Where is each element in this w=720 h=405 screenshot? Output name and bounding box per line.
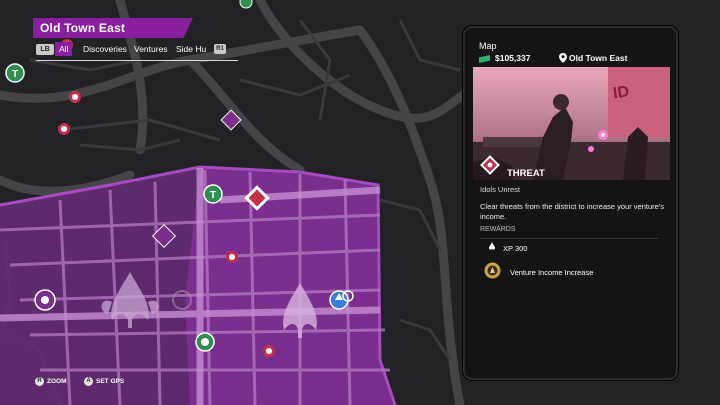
set-gps-label: SET GPS: [96, 378, 125, 385]
tab-side-hustles[interactable]: Side Hu: [176, 42, 206, 56]
rewards-divider: [480, 238, 658, 239]
rb-button-icon[interactable]: R1: [214, 44, 226, 54]
panel-location: Old Town East: [569, 53, 628, 63]
activity-preview-image: ID: [473, 67, 670, 180]
activity-type: THREAT: [507, 168, 545, 179]
reward-xp: XP 300: [503, 244, 528, 253]
activity-name: Idols Unrest: [480, 185, 521, 194]
zoom-button-icon[interactable]: R: [35, 377, 44, 386]
venture-income-icon: [484, 262, 501, 279]
threat-marker[interactable]: [58, 123, 70, 135]
zoom-label: ZOOM: [47, 378, 67, 385]
xp-icon: [489, 242, 495, 250]
venture-marker[interactable]: [239, 0, 253, 9]
panel-title: Map: [479, 41, 497, 51]
tab-ventures[interactable]: Ventures: [134, 42, 168, 56]
location-pin-icon: [559, 53, 567, 63]
venture-marker[interactable]: T: [5, 63, 25, 83]
tab-all[interactable]: All: [55, 42, 73, 56]
district-title: Old Town East: [40, 21, 126, 35]
svg-text:T: T: [210, 190, 216, 201]
set-gps-button-icon[interactable]: A: [84, 377, 93, 386]
money-icon: [479, 55, 490, 63]
threat-marker[interactable]: [226, 251, 238, 263]
venture-marker[interactable]: [195, 332, 215, 352]
rewards-label: REWARDS: [480, 226, 516, 233]
side-hustle-marker[interactable]: [151, 223, 177, 249]
activity-info-panel: Map $105,337 Old Town East ID THREAT Ido…: [463, 26, 678, 380]
svg-text:T: T: [12, 69, 18, 80]
activity-description: Clear threats from the district to incre…: [480, 202, 665, 221]
side-hustle-marker[interactable]: [220, 109, 242, 131]
threat-icon: [480, 155, 500, 175]
threat-marker[interactable]: [69, 91, 81, 103]
discovery-marker[interactable]: [34, 289, 56, 311]
threat-marker[interactable]: [263, 345, 275, 357]
money-amount: $105,337: [495, 53, 531, 63]
svg-text:ID: ID: [612, 83, 630, 102]
venture-marker[interactable]: T: [203, 184, 223, 204]
reward-venture-income: Venture Income Increase: [510, 268, 594, 277]
tab-discoveries[interactable]: Discoveries: [83, 42, 127, 56]
selected-threat-marker[interactable]: [244, 185, 270, 211]
lb-button-icon[interactable]: LB: [36, 44, 54, 55]
